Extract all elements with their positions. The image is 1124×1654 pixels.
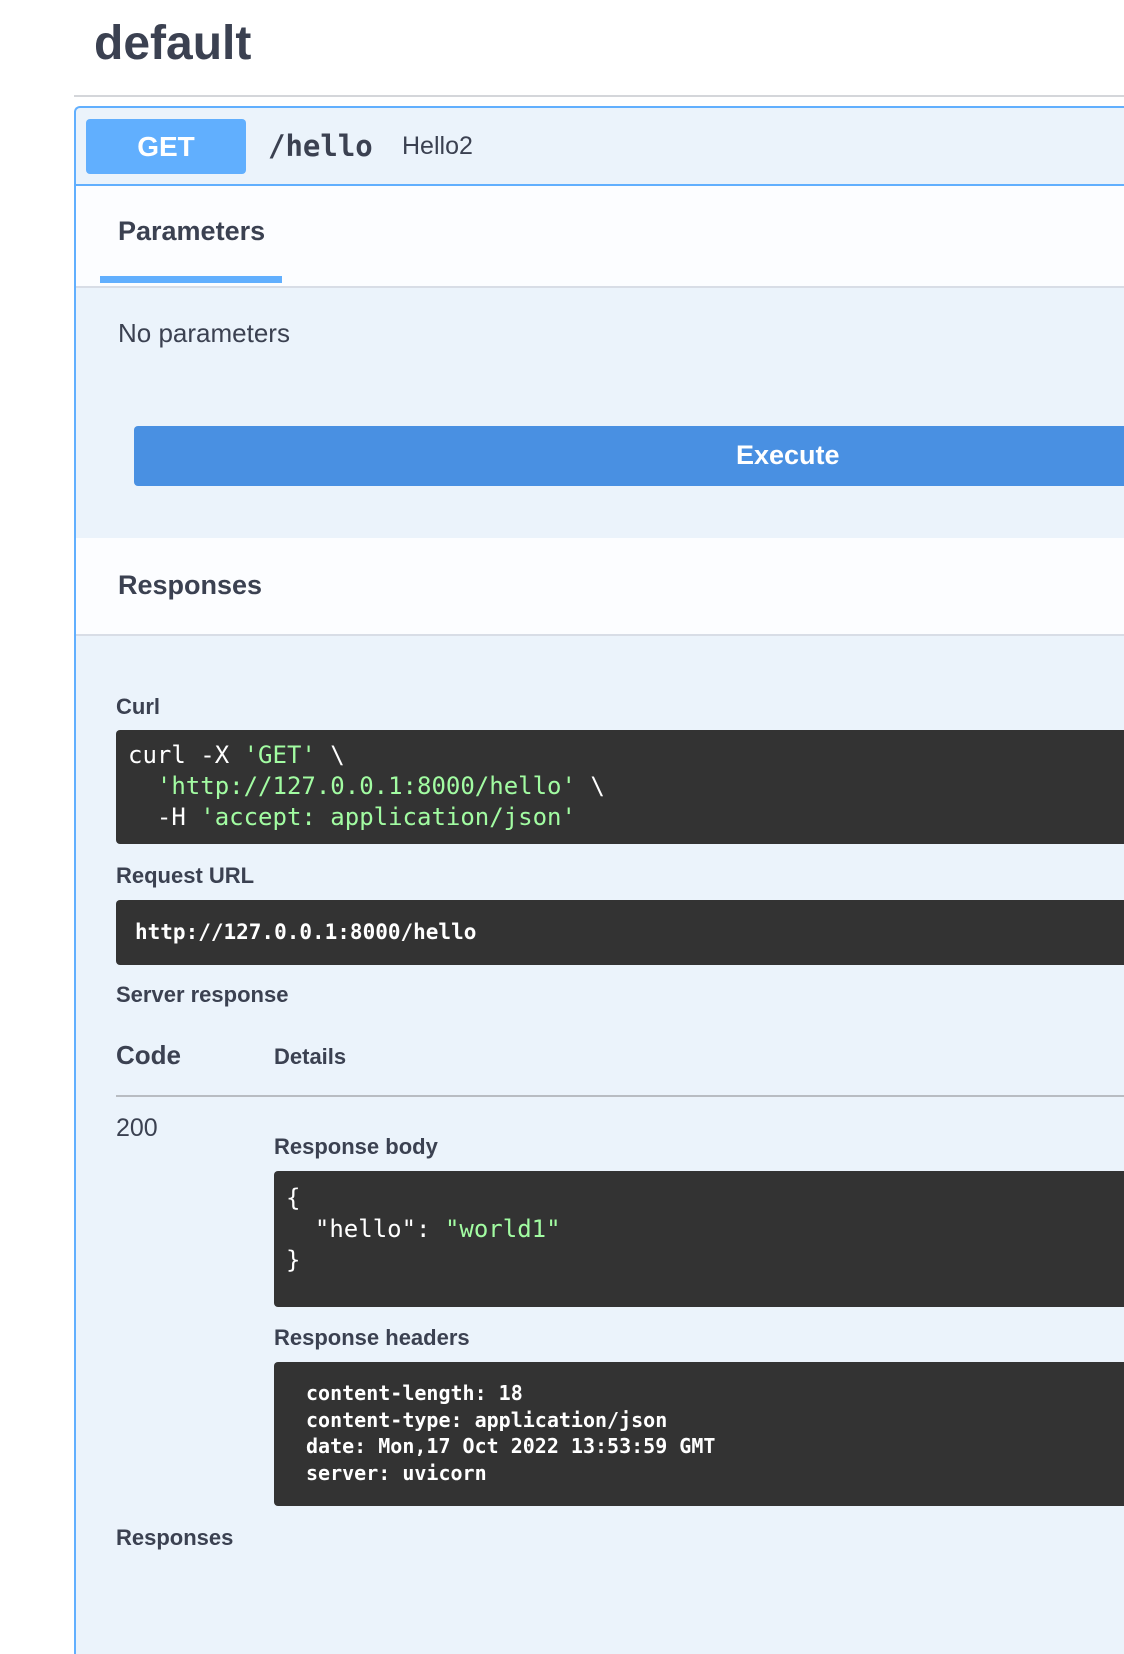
json-line: "hello": "world1" [286,1215,561,1243]
parameters-header-divider [76,286,1124,288]
execute-button[interactable]: Execute [134,426,1124,486]
header-line: date: Mon,17 Oct 2022 13:53:59 GMT [306,1434,716,1458]
curl-code-block[interactable]: curl -X 'GET' \ 'http://127.0.0.1:8000/h… [116,730,1124,844]
response-body-label: Response body [274,1134,438,1159]
operation-summary[interactable]: GET /hello Hello2 [76,108,1124,186]
response-headers-block[interactable]: content-length: 18 content-type: applica… [274,1362,1124,1506]
tab-parameters[interactable]: Parameters [118,216,265,247]
response-body-block[interactable]: { "hello": "world1" } [274,1171,1124,1307]
json-line: } [286,1246,301,1274]
parameters-header: Parameters [76,186,1124,286]
section-divider [74,95,1124,97]
status-code: 200 [116,1114,158,1142]
request-url-label: Request URL [116,863,255,888]
curl-label: Curl [116,694,160,719]
responses-header-divider [76,634,1124,636]
operation-summary-text: Hello2 [402,132,473,160]
json-line: { [286,1184,301,1212]
responses-footer-label: Responses [116,1525,234,1550]
http-method-badge: GET [86,119,246,174]
tab-active-indicator [100,276,282,283]
execute-button-label: Execute [736,440,840,470]
header-line: content-type: application/json [306,1407,668,1432]
section-title[interactable]: default [94,14,251,74]
details-column-header: Details [274,1044,347,1069]
server-response-label: Server response [116,982,289,1007]
no-parameters-text: No parameters [118,318,290,348]
code-column-header: Code [116,1040,181,1070]
curl-line: 'http://127.0.0.1:8000/hello' \ [156,772,605,800]
swagger-page: default GET /hello Hello2 Parameters No … [0,0,1124,1654]
response-headers-label: Response headers [274,1325,470,1350]
header-line: server: uvicorn [306,1460,487,1485]
responses-title: Responses [118,570,263,600]
responses-header: Responses [76,538,1124,634]
operation-path: /hello [268,129,373,163]
request-url-value[interactable]: http://127.0.0.1:8000/hello [116,900,1124,965]
operation-block: GET /hello Hello2 Parameters No paramete… [74,106,1124,1654]
curl-line: curl -X 'GET' \ [128,741,345,769]
header-line: content-length: 18 [306,1381,523,1405]
curl-line: -H 'accept: application/json' [128,803,576,831]
response-table-divider [116,1095,1124,1097]
